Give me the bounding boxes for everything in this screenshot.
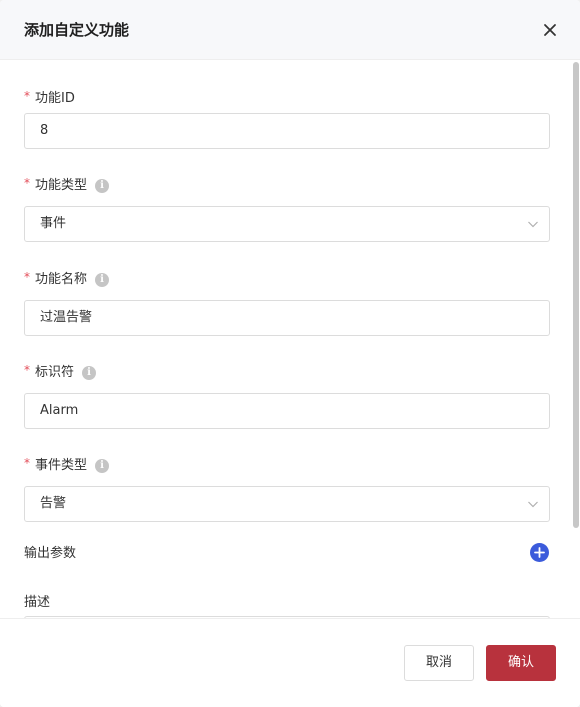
- required-mark: *: [24, 363, 30, 377]
- event-type-label-text: 事件类型: [35, 458, 88, 473]
- required-mark: *: [24, 89, 30, 103]
- function-type-value: 事件: [40, 216, 67, 231]
- info-icon[interactable]: i: [95, 273, 110, 287]
- function-name-label-text: 功能名称: [35, 272, 88, 287]
- function-type-label: * 功能类型 i: [24, 176, 110, 195]
- function-type-select[interactable]: 事件: [24, 206, 550, 242]
- add-custom-function-dialog: 添加自定义功能 * 功能ID 8 * 功能类型 i 事件 * 功能名称 i 过温…: [0, 0, 580, 707]
- event-type-label: * 事件类型 i: [24, 456, 110, 475]
- event-type-select[interactable]: 告警: [24, 486, 550, 522]
- info-icon[interactable]: i: [95, 459, 110, 473]
- plus-icon: [534, 547, 545, 558]
- required-mark: *: [24, 176, 30, 190]
- dialog-footer: 取消 确认: [0, 618, 580, 707]
- dialog-header: 添加自定义功能: [0, 0, 580, 60]
- chevron-down-icon: [528, 501, 538, 508]
- description-label: 描述: [24, 595, 51, 610]
- scrollbar-thumb[interactable]: [573, 62, 579, 528]
- function-id-label: * 功能ID: [24, 89, 75, 108]
- identifier-input[interactable]: Alarm: [24, 393, 550, 429]
- function-name-input[interactable]: 过温告警: [24, 300, 550, 336]
- function-id-input[interactable]: 8: [24, 113, 550, 149]
- function-id-label-text: 功能ID: [35, 91, 75, 106]
- function-name-value: 过温告警: [40, 310, 93, 325]
- chevron-down-icon: [528, 221, 538, 228]
- identifier-value: Alarm: [40, 403, 79, 418]
- dialog-title: 添加自定义功能: [24, 21, 130, 39]
- required-mark: *: [24, 456, 30, 470]
- add-output-param-button[interactable]: [530, 543, 549, 562]
- event-type-value: 告警: [40, 496, 67, 511]
- cancel-button[interactable]: 取消: [404, 645, 474, 681]
- identifier-label-text: 标识符: [35, 365, 75, 380]
- required-mark: *: [24, 270, 30, 284]
- function-type-label-text: 功能类型: [35, 178, 88, 193]
- close-icon[interactable]: [540, 20, 560, 40]
- output-params-label: 输出参数: [24, 546, 77, 561]
- confirm-button[interactable]: 确认: [486, 645, 556, 681]
- info-icon[interactable]: i: [95, 179, 110, 193]
- function-id-value: 8: [40, 123, 49, 138]
- identifier-label: * 标识符 i: [24, 363, 97, 382]
- info-icon[interactable]: i: [82, 366, 97, 380]
- function-name-label: * 功能名称 i: [24, 270, 110, 289]
